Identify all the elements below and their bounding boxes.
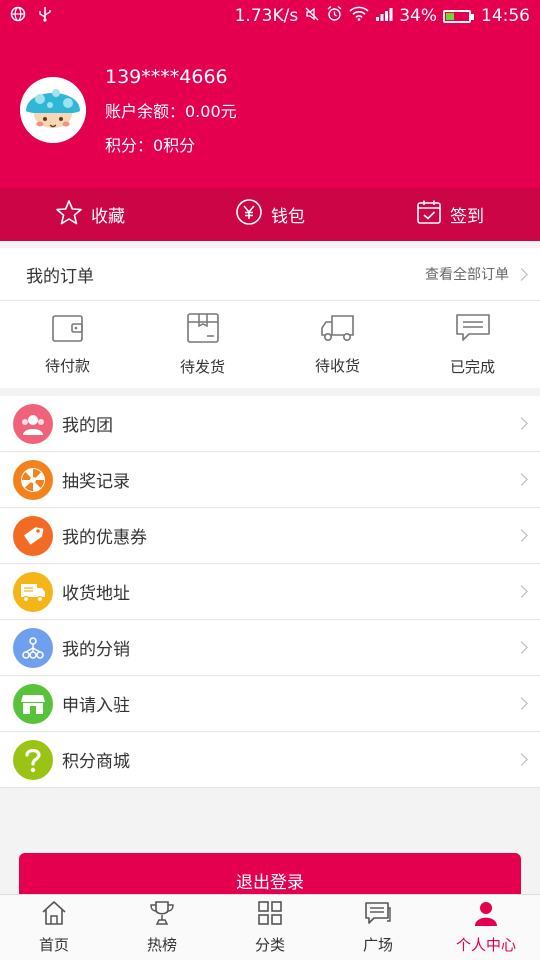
menu-item-apply-merchant[interactable]: 申请入驻 xyxy=(0,676,540,732)
menu-item-label: 我的优惠券 xyxy=(62,528,147,548)
profile-header: 139****4666 账户余额：0.00元 积分：0积分 xyxy=(0,32,540,188)
wifi-icon xyxy=(349,6,369,26)
menu-list: 我的团 抽奖记录 我的优惠券 收货地址 我的分销 申请入驻 积分商城 xyxy=(0,396,540,788)
grid-icon xyxy=(257,900,283,930)
store-icon xyxy=(13,683,53,724)
tab-label: 分类 xyxy=(254,936,285,954)
menu-item-points-mall[interactable]: 积分商城 xyxy=(0,732,540,788)
chevron-right-icon xyxy=(515,529,528,542)
orders-title: 我的订单 xyxy=(26,266,94,287)
menu-item-shipping-address[interactable]: 收货地址 xyxy=(0,564,540,620)
menu-item-my-distribution[interactable]: 我的分销 xyxy=(0,620,540,676)
tab-label: 热榜 xyxy=(146,936,177,954)
battery-icon xyxy=(443,9,474,23)
yen-icon xyxy=(235,198,263,231)
orders-section: 我的订单 查看全部订单 待付款 待发货 待收货 已完成 xyxy=(0,248,540,388)
orders-header: 我的订单 查看全部订单 xyxy=(0,248,540,301)
chevron-right-icon xyxy=(515,753,528,766)
lottery-wheel-icon xyxy=(13,459,53,500)
wallet-label: 钱包 xyxy=(271,207,305,227)
tab-profile[interactable]: 个人中心 xyxy=(432,895,540,960)
order-status-label: 待发货 xyxy=(179,357,225,376)
tab-label: 首页 xyxy=(38,936,69,954)
menu-item-label: 申请入驻 xyxy=(62,696,130,716)
user-phone: 139****4666 xyxy=(105,66,228,88)
order-pending-payment[interactable]: 待付款 xyxy=(0,301,135,387)
chevron-right-icon xyxy=(515,697,528,710)
view-all-orders-link[interactable]: 查看全部订单 xyxy=(425,264,528,284)
menu-item-label: 积分商城 xyxy=(62,752,130,772)
package-box-icon xyxy=(186,312,220,348)
clock: 14:56 xyxy=(481,6,530,26)
order-status-label: 已完成 xyxy=(449,357,495,376)
battery-percent: 34% xyxy=(399,6,437,26)
tab-label: 广场 xyxy=(362,936,393,954)
menu-item-lottery-records[interactable]: 抽奖记录 xyxy=(0,452,540,508)
checkin-button[interactable]: 签到 xyxy=(360,188,540,241)
chevron-right-icon xyxy=(515,473,528,486)
status-bar: 1.73K/s 34% 14:56 xyxy=(0,0,540,32)
order-status-label: 待付款 xyxy=(44,356,90,375)
distribution-icon xyxy=(13,627,53,668)
order-pending-shipment[interactable]: 待发货 xyxy=(135,301,270,387)
signal-icon xyxy=(375,6,393,26)
tab-hot-list[interactable]: 热榜 xyxy=(108,895,216,960)
menu-item-label: 收货地址 xyxy=(62,584,130,604)
bottom-tab-bar: 首页 热榜 分类 广场 个人中心 xyxy=(0,894,540,960)
chevron-right-icon xyxy=(515,585,528,598)
chevron-right-icon xyxy=(515,267,528,281)
view-all-orders-label: 查看全部订单 xyxy=(425,267,509,283)
favorites-label: 收藏 xyxy=(91,207,125,227)
avatar[interactable] xyxy=(20,77,86,143)
menu-item-my-coupons[interactable]: 我的优惠券 xyxy=(0,508,540,564)
tab-category[interactable]: 分类 xyxy=(216,895,324,960)
tab-home[interactable]: 首页 xyxy=(0,895,108,960)
trophy-icon xyxy=(148,900,176,930)
checkin-label: 签到 xyxy=(450,207,484,227)
chat-bubble-icon xyxy=(455,312,491,348)
order-completed[interactable]: 已完成 xyxy=(405,301,540,387)
truck-icon xyxy=(320,313,356,347)
message-icon xyxy=(364,900,392,930)
globe-icon xyxy=(10,6,26,27)
tab-label: 个人中心 xyxy=(455,936,516,954)
wallet-icon xyxy=(51,313,85,347)
coupon-tag-icon xyxy=(13,515,53,556)
question-icon xyxy=(13,739,53,780)
delivery-truck-icon xyxy=(13,571,53,612)
menu-item-label: 抽奖记录 xyxy=(62,472,130,492)
calendar-check-icon xyxy=(416,199,442,230)
network-speed: 1.73K/s xyxy=(234,6,299,26)
menu-item-label: 我的分销 xyxy=(62,640,130,660)
favorites-button[interactable]: 收藏 xyxy=(0,188,180,241)
star-icon xyxy=(55,199,83,231)
group-icon xyxy=(13,403,53,444)
person-icon xyxy=(473,900,499,930)
chevron-right-icon xyxy=(515,641,528,654)
tab-square[interactable]: 广场 xyxy=(324,895,432,960)
menu-item-my-group[interactable]: 我的团 xyxy=(0,396,540,452)
alarm-icon xyxy=(326,5,343,27)
order-status-label: 待收货 xyxy=(314,356,360,375)
chevron-right-icon xyxy=(515,417,528,430)
mushroom-avatar-icon xyxy=(20,77,86,143)
order-pending-receipt[interactable]: 待收货 xyxy=(270,301,405,387)
quick-action-bar: 收藏 钱包 签到 xyxy=(0,188,540,241)
account-balance: 账户余额：0.00元 xyxy=(105,102,237,121)
menu-item-label: 我的团 xyxy=(62,416,113,436)
home-icon xyxy=(40,900,68,930)
mute-icon xyxy=(304,6,320,27)
points-balance: 积分：0积分 xyxy=(105,136,196,155)
wallet-button[interactable]: 钱包 xyxy=(180,188,360,241)
usb-icon xyxy=(38,6,52,27)
